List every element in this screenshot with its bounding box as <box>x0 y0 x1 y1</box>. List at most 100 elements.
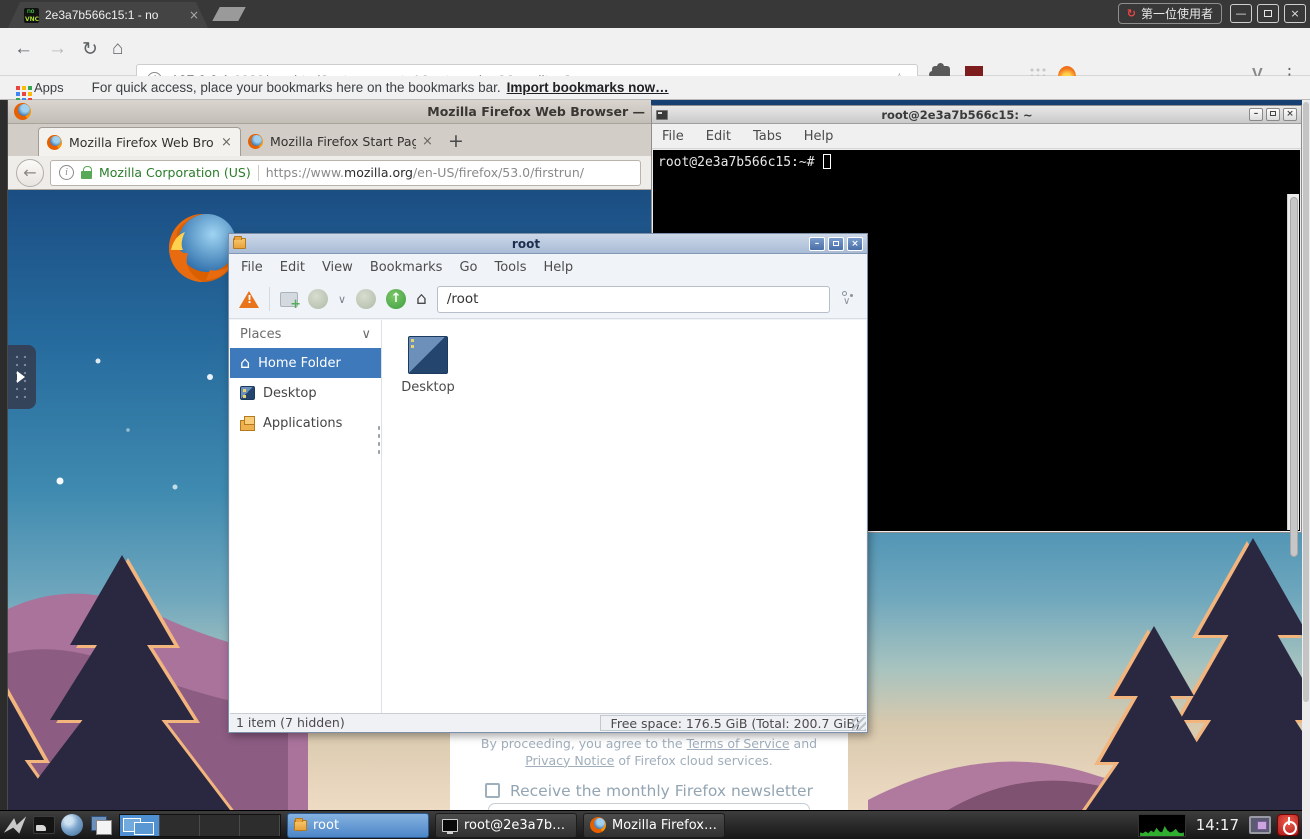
page-scroll-thumb[interactable] <box>1303 102 1309 702</box>
menu-edit[interactable]: Edit <box>280 260 305 275</box>
identity-label[interactable]: Mozilla Corporation (US) <box>99 165 251 180</box>
chrome-toolbar: ← → ↻ ⌂ i 127.0.0.1 :6080/vnc.html?autoc… <box>0 28 1310 76</box>
places-header[interactable]: Places ∨ <box>230 320 381 348</box>
fm-minimize-button[interactable]: – <box>809 237 825 251</box>
fm-maximize-button[interactable] <box>828 237 844 251</box>
terms-of-service-link[interactable]: Terms of Service <box>687 736 790 751</box>
item-count: 1 item (7 hidden) <box>230 715 600 730</box>
reload-icon[interactable]: ↻ <box>82 38 98 61</box>
apps-label[interactable]: Apps <box>34 80 64 95</box>
file-manager-statusbar: 1 item (7 hidden) Free space: 176.5 GiB … <box>230 713 866 731</box>
resize-grip[interactable] <box>852 717 866 731</box>
menu-tools[interactable]: Tools <box>494 260 526 275</box>
sidebar-item-applications[interactable]: Applications <box>230 408 381 438</box>
tab-close-icon[interactable]: × <box>189 8 199 22</box>
firefox-tab[interactable]: Mozilla Firefox Start Pag × <box>240 127 441 156</box>
menu-file[interactable]: File <box>662 129 684 144</box>
firefox-icon <box>590 817 606 833</box>
history-chevron-icon[interactable]: ∨ <box>338 293 346 306</box>
firefox-titlebar[interactable]: Mozilla Firefox Web Browser — <box>8 100 651 124</box>
file-item-desktop[interactable]: Desktop <box>396 336 460 395</box>
firefox-favicon <box>47 135 62 150</box>
sidebar-item-desktop[interactable]: Desktop <box>230 378 381 408</box>
chrome-titlebar[interactable]: 2e3a7b566c15:1 - no × ↻ 第一位使用者 — × <box>0 0 1310 28</box>
folder-icon <box>233 238 246 249</box>
fm-close-button[interactable]: × <box>847 237 863 251</box>
terminal-titlebar[interactable]: root@2e3a7b566c15: ~ – × <box>652 106 1301 124</box>
newsletter-checkbox[interactable] <box>485 783 500 798</box>
file-manager-titlebar[interactable]: root – × <box>229 234 867 254</box>
profile-badge[interactable]: ↻ 第一位使用者 <box>1118 3 1222 24</box>
file-manager-launcher-icon[interactable] <box>89 814 113 836</box>
terminal-scroll-thumb[interactable] <box>1290 197 1298 557</box>
lock-screen-icon[interactable] <box>1249 816 1271 834</box>
workspace-1[interactable] <box>120 815 160 836</box>
menu-tabs[interactable]: Tabs <box>753 129 782 144</box>
side-pane-icon[interactable] <box>840 291 857 308</box>
lxde-menu-icon[interactable] <box>3 814 27 836</box>
desktop-icon <box>240 386 255 400</box>
firefox-urlbar[interactable]: i Mozilla Corporation (US) https://www.m… <box>50 160 641 186</box>
home-icon[interactable]: ⌂ <box>416 291 427 308</box>
workspace-4[interactable] <box>240 815 280 836</box>
warning-icon[interactable] <box>239 291 259 308</box>
sidebar-item-home-folder[interactable]: ⌂ Home Folder <box>230 348 381 378</box>
terminal-maximize-button[interactable] <box>1266 108 1280 121</box>
terminal-monitor-icon <box>442 819 458 832</box>
applications-icon <box>240 420 255 431</box>
terminal-minimize-button[interactable]: – <box>1249 108 1263 121</box>
page-info-icon[interactable]: i <box>59 165 74 180</box>
logout-power-button[interactable] <box>1277 814 1299 836</box>
sidebar-splitter[interactable] <box>377 424 381 458</box>
terminal-menubar: File Edit Tabs Help <box>652 124 1301 149</box>
privacy-notice-link[interactable]: Privacy Notice <box>525 753 614 768</box>
task-button-root[interactable]: root <box>287 813 429 838</box>
task-button-firefox[interactable]: Mozilla Firefox W... <box>583 813 725 838</box>
profile-name: 第一位使用者 <box>1141 5 1213 22</box>
file-manager-toolbar: ∨ ↑ ⌂ <box>229 280 867 319</box>
new-tab-button[interactable] <box>212 7 245 21</box>
menu-help[interactable]: Help <box>544 260 574 275</box>
tab-close-icon[interactable]: × <box>422 134 433 149</box>
clock[interactable]: 14:17 <box>1196 816 1239 834</box>
web-browser-launcher-icon[interactable] <box>61 814 83 836</box>
menu-go[interactable]: Go <box>459 260 477 275</box>
taskbar: root root@2e3a7b5... Mozilla Firefox W..… <box>0 810 1302 839</box>
menu-help[interactable]: Help <box>804 129 834 144</box>
workspace-2[interactable] <box>160 815 200 836</box>
show-desktop-icon[interactable] <box>33 816 55 834</box>
firefox-url: https://www.mozilla.org/en-US/firefox/53… <box>266 165 584 180</box>
firefox-back-button[interactable]: ← <box>16 159 44 187</box>
back-icon[interactable]: ← <box>14 38 33 60</box>
novnc-control-handle[interactable] <box>8 345 36 409</box>
terminal-close-button[interactable]: × <box>1283 108 1297 121</box>
menu-edit[interactable]: Edit <box>706 129 731 144</box>
profile-sync-error-icon: ↻ <box>1127 7 1136 20</box>
forward-icon[interactable] <box>356 289 376 309</box>
apps-grid-icon[interactable] <box>16 86 20 90</box>
firefox-tab-active[interactable]: Mozilla Firefox Web Bro × <box>38 127 241 156</box>
workspace-3[interactable] <box>200 815 240 836</box>
forward-icon[interactable]: → <box>48 38 67 60</box>
new-tab-icon[interactable] <box>280 292 298 307</box>
up-icon[interactable]: ↑ <box>386 289 406 309</box>
tab-close-icon[interactable]: × <box>221 135 232 150</box>
menu-view[interactable]: View <box>322 260 353 275</box>
window-close-button[interactable]: × <box>1284 4 1306 23</box>
firefox-new-tab-button[interactable]: + <box>448 132 464 150</box>
menu-file[interactable]: File <box>241 260 263 275</box>
back-icon[interactable] <box>308 289 328 309</box>
window-maximize-button[interactable] <box>1257 4 1279 23</box>
path-field[interactable] <box>437 286 830 313</box>
import-bookmarks-link[interactable]: Import bookmarks now… <box>507 80 669 95</box>
cpu-monitor[interactable] <box>1138 814 1186 837</box>
file-manager-title: root <box>246 237 806 251</box>
firefox-favicon <box>248 134 263 149</box>
home-icon[interactable]: ⌂ <box>112 38 123 60</box>
menu-bookmarks[interactable]: Bookmarks <box>370 260 443 275</box>
firefox-tabstrip: Mozilla Firefox Web Bro × Mozilla Firefo… <box>8 124 651 156</box>
task-button-terminal[interactable]: root@2e3a7b5... <box>435 813 577 838</box>
chrome-tab[interactable]: 2e3a7b566c15:1 - no × <box>8 2 208 28</box>
window-minimize-button[interactable]: — <box>1230 4 1252 23</box>
terminal-scrollbar[interactable] <box>1287 194 1299 530</box>
